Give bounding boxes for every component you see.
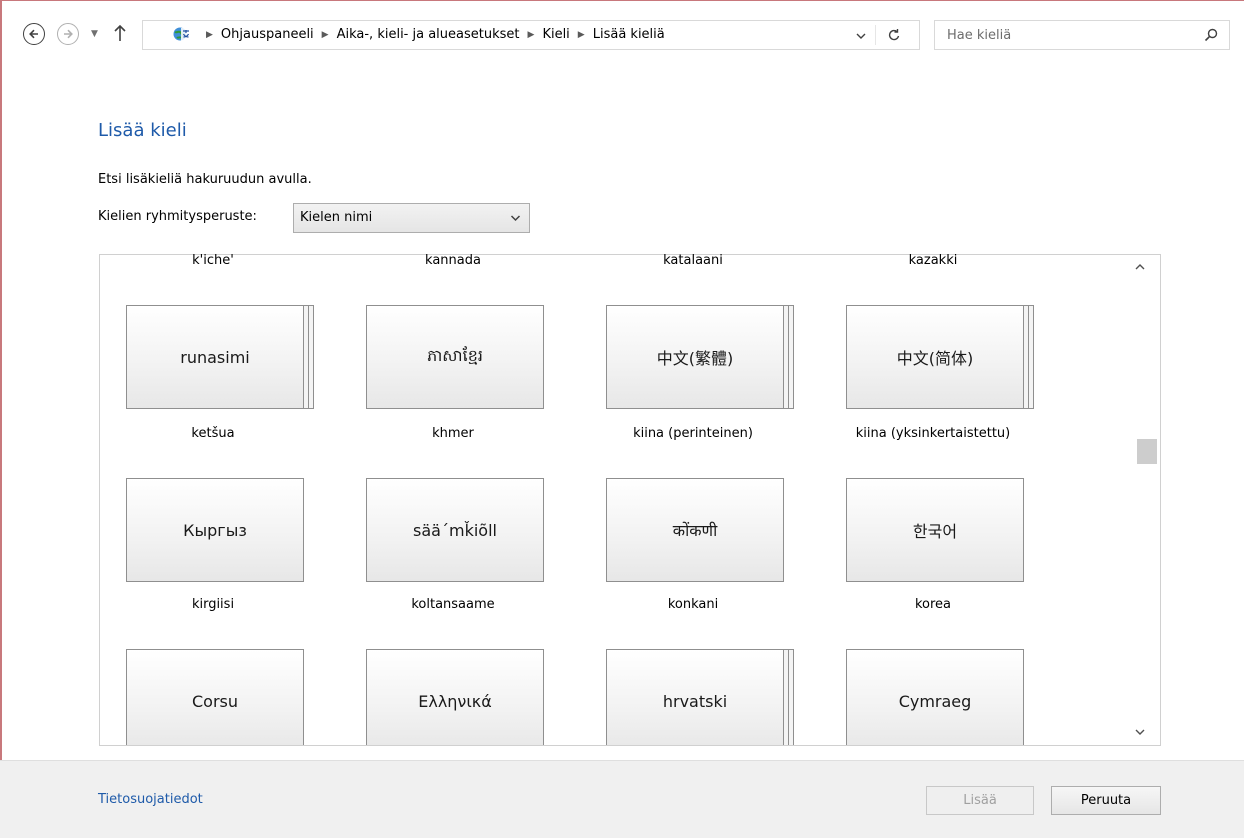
language-name-label: kirgiisi [191,597,235,612]
back-arrow-icon [29,29,38,39]
grouping-dropdown-value: Kielen nimi [300,210,373,225]
language-name-label: korea [914,597,952,612]
grouping-label: Kielien ryhmitysperuste: [98,209,257,224]
grouping-dropdown[interactable]: Kielen nimi [293,203,530,233]
breadcrumb-item[interactable]: Kieli [542,27,569,42]
language-name-label: ketšua [191,426,235,441]
language-tile-group[interactable]: 中文(简体) [846,305,1036,409]
search-box[interactable] [934,20,1230,50]
breadcrumb-separator-icon[interactable]: ▶ [578,30,585,40]
language-name-label: konkani [667,597,719,612]
language-name-label: kannada [425,253,481,268]
address-divider [875,25,876,45]
language-name-label: katalaani [663,253,723,268]
cancel-button[interactable]: Peruuta [1051,786,1161,815]
language-tile[interactable]: 한국어 [846,478,1024,582]
language-tile-group[interactable]: 中文(繁體) [606,305,796,409]
forward-button[interactable] [57,23,79,45]
chevron-down-icon [510,215,521,222]
scrollbar-thumb[interactable] [1137,439,1157,464]
up-arrow-icon[interactable] [112,22,128,44]
scroll-up-icon[interactable] [1135,263,1145,271]
search-icon[interactable] [1204,28,1218,42]
privacy-link[interactable]: Tietosuojatiedot [98,792,203,807]
language-tile-group[interactable]: hrvatski [606,649,796,745]
language-tile[interactable]: Ελληνικά [366,649,544,745]
language-tile[interactable]: Cymraeg [846,649,1024,745]
language-tile[interactable]: hrvatski [606,649,784,745]
breadcrumb-separator-icon[interactable]: ▶ [528,30,535,40]
language-tile[interactable]: ភាសាខ្មែរ [366,305,544,409]
language-tile[interactable]: कोंकणी [606,478,784,582]
breadcrumb-item[interactable]: Lisää kieliä [593,27,665,42]
language-tile[interactable]: runasimi [126,305,304,409]
chevron-down-icon: ▼ [91,29,98,39]
address-bar[interactable]: ▶ Ohjauspaneeli ▶ Aika-, kieli- ja aluea… [142,20,920,50]
language-row-clip: Corsu Ελληνικά hrvatski Cymraeg [100,649,1136,745]
breadcrumb-item[interactable]: Aika-, kieli- ja alueasetukset [337,27,520,42]
breadcrumb-item[interactable]: Ohjauspaneeli [221,27,314,42]
language-tile[interactable]: Corsu [126,649,304,745]
language-name-label: k'iche' [192,253,234,268]
scroll-down-icon[interactable] [1135,728,1145,736]
navigation-bar: ▼ ▶ Ohjauspaneeli ▶ Aika-, kieli- ja alu… [0,0,1244,50]
language-tile[interactable]: 中文(繁體) [606,305,784,409]
language-name-label: khmer [432,426,474,441]
recent-locations-button[interactable]: ▼ [91,29,98,39]
breadcrumb-separator-icon: ▶ [206,29,213,40]
refresh-icon[interactable] [886,27,902,43]
forward-arrow-icon [64,29,73,39]
window-border-left [0,0,2,837]
language-tile[interactable]: 中文(简体) [846,305,1024,409]
language-name-label: kiina (perinteinen) [633,426,753,441]
language-globe-icon [173,27,191,42]
language-tile[interactable]: sää´mǩiõll [366,478,544,582]
language-name-label: kazakki [908,253,958,268]
search-input[interactable] [935,21,1197,49]
back-button[interactable] [23,23,45,45]
breadcrumb: ▶ Ohjauspaneeli ▶ Aika-, kieli- ja aluea… [198,27,665,42]
language-name-label: kiina (yksinkertaistettu) [855,426,1011,441]
address-history-chevron-icon[interactable] [853,29,869,43]
page-title: Lisää kieli [98,120,187,141]
language-tile[interactable]: Кыргыз [126,478,304,582]
language-name-label: koltansaame [411,597,495,612]
add-button[interactable]: Lisää [926,786,1034,815]
page-description: Etsi lisäkieliä hakuruudun avulla. [98,172,312,187]
breadcrumb-separator-icon[interactable]: ▶ [322,30,329,40]
language-tile-group[interactable]: runasimi [126,305,316,409]
